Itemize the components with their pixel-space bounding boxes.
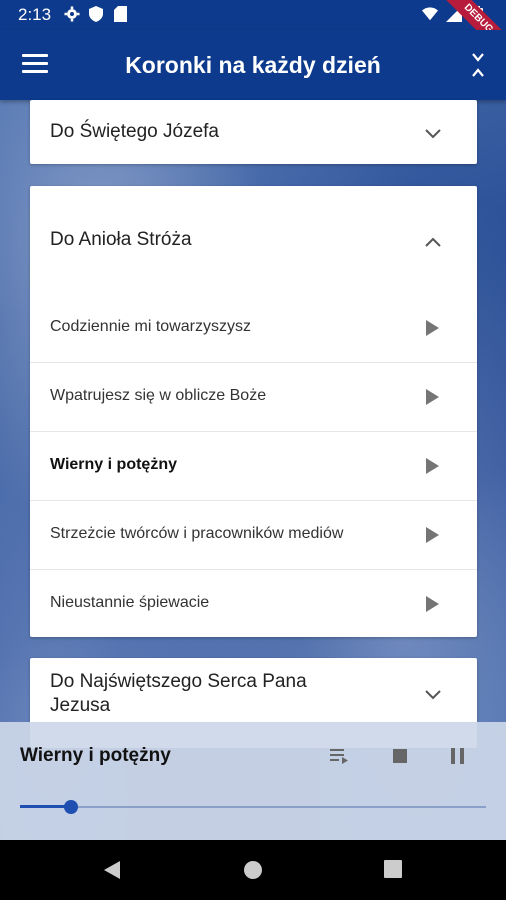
list-item-label: Wierny i potężny (50, 456, 177, 473)
status-icons-left (64, 6, 128, 22)
play-icon[interactable] (426, 527, 439, 543)
unfold-less-icon[interactable] (470, 52, 486, 78)
list-item-label: Nieustannie śpiewacie (50, 594, 210, 611)
system-nav-bar (0, 840, 506, 900)
app-bar: Koronki na każdy dzień (0, 30, 506, 100)
section-title-line-2: Jezusa (50, 695, 111, 716)
list-item-label: Codziennie mi towarzyszysz (50, 318, 251, 335)
stop-icon[interactable] (388, 744, 412, 768)
list-item[interactable]: Codziennie mi towarzyszysz (30, 294, 477, 362)
section-card-guardian-angel: Do Anioła Stróża Codziennie mi towarzysz… (30, 186, 477, 637)
list-item-label: Strzeżcie twórców i pracowników mediów (50, 525, 344, 542)
section-header[interactable]: Do Anioła Stróża (30, 186, 477, 294)
playlist-icon[interactable] (328, 744, 352, 768)
list-item-label: Wpatrujesz się w oblicze Boże (50, 387, 267, 404)
progress-thumb[interactable] (64, 800, 79, 814)
pause-icon[interactable] (446, 744, 470, 768)
play-icon[interactable] (426, 389, 439, 405)
home-icon[interactable] (243, 860, 263, 885)
section-title: Do Najświętszego Serca Pana Jezusa (50, 670, 307, 718)
chevron-up-icon (425, 234, 441, 247)
section-title: Do Anioła Stróża (50, 229, 192, 250)
status-bar: 2:13 DEBUG (0, 0, 506, 61)
play-icon[interactable] (426, 320, 439, 336)
chevron-down-icon (425, 687, 441, 700)
section-title-line-1: Do Najświętszego Serca Pana (50, 671, 307, 692)
back-icon[interactable] (103, 860, 121, 885)
audio-player: Wierny i potężny (0, 722, 506, 840)
section-title: Do Świętego Józefa (50, 121, 219, 142)
list-item[interactable]: Wpatrujesz się w oblicze Boże (30, 362, 477, 431)
play-icon[interactable] (426, 596, 439, 612)
play-icon[interactable] (426, 458, 439, 474)
status-time: 2:13 (18, 5, 52, 24)
wifi-icon (422, 6, 438, 22)
list-item-active[interactable]: Wierny i potężny (30, 431, 477, 500)
now-playing-title: Wierny i potężny (20, 745, 171, 766)
list-item[interactable]: Strzeżcie twórców i pracowników mediów (30, 500, 477, 569)
shield-icon (88, 6, 104, 22)
section-card-saint-joseph[interactable]: Do Świętego Józefa (30, 100, 477, 164)
sd-card-icon (112, 6, 128, 22)
progress-slider[interactable] (20, 806, 486, 808)
recents-icon[interactable] (384, 860, 402, 883)
settings-icon (64, 6, 80, 22)
list-item[interactable]: Nieustannie śpiewacie (30, 569, 477, 638)
page-title: Koronki na każdy dzień (125, 52, 381, 78)
chevron-down-icon (425, 126, 441, 139)
